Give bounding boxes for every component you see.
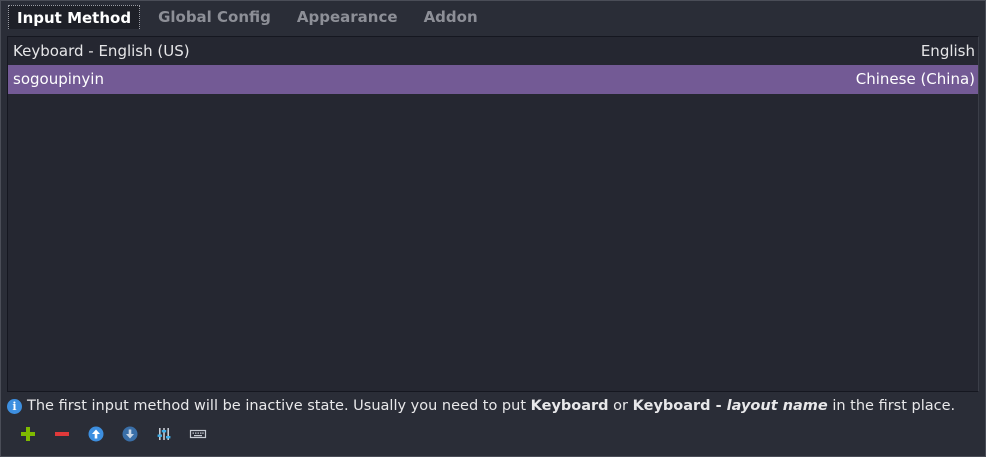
info-message: i The first input method will be inactiv… <box>7 396 955 416</box>
arrow-down-icon <box>122 426 138 442</box>
input-method-language: Chinese (China) <box>855 70 975 88</box>
toolbar <box>17 423 221 445</box>
move-up-button[interactable] <box>85 423 107 445</box>
minus-icon <box>55 432 69 436</box>
info-text: The first input method will be inactive … <box>27 398 956 414</box>
tab-addon[interactable]: Addon <box>416 5 486 29</box>
plus-icon <box>21 427 35 441</box>
input-method-name: Keyboard - English (US) <box>13 42 190 60</box>
input-method-name: sogoupinyin <box>13 70 104 88</box>
keyboard-icon <box>189 429 207 439</box>
list-item[interactable]: Keyboard - English (US) English <box>8 37 978 65</box>
input-method-list[interactable]: Keyboard - English (US) English sogoupin… <box>7 36 979 392</box>
tab-global-config[interactable]: Global Config <box>150 5 279 29</box>
settings-sliders-icon <box>157 428 171 440</box>
arrow-up-icon <box>88 426 104 442</box>
configure-button[interactable] <box>153 423 175 445</box>
tab-input-method[interactable]: Input Method <box>8 5 141 29</box>
move-down-button[interactable] <box>119 423 141 445</box>
input-method-language: English <box>920 42 975 60</box>
keyboard-layout-button[interactable] <box>187 423 209 445</box>
info-icon: i <box>7 398 22 414</box>
add-button[interactable] <box>17 423 39 445</box>
tab-appearance[interactable]: Appearance <box>289 5 406 29</box>
list-item-selected[interactable]: sogoupinyin Chinese (China) <box>8 65 978 94</box>
remove-button[interactable] <box>51 423 73 445</box>
tab-bar: Input Method Global Config Appearance Ad… <box>8 4 496 30</box>
